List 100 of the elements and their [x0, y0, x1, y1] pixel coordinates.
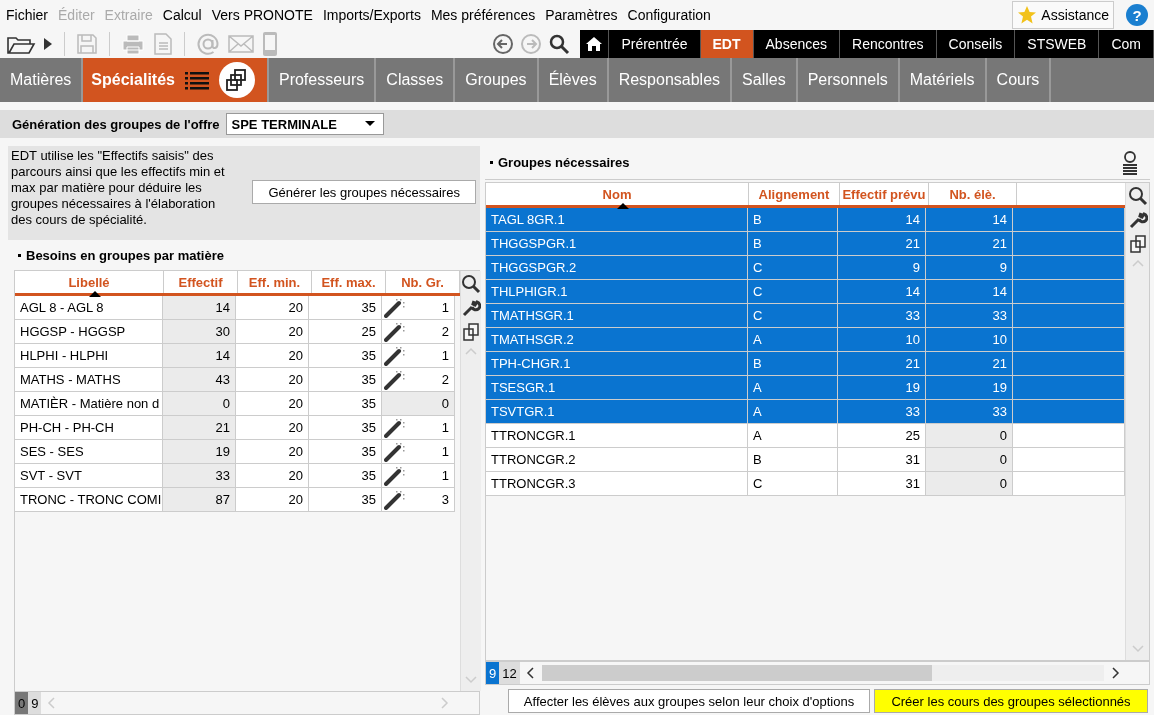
- magic-wand-icon[interactable]: [384, 345, 406, 366]
- table-cell: 20: [236, 320, 309, 344]
- column-header[interactable]: Effectif prévu: [840, 183, 929, 205]
- tab[interactable]: Élèves: [538, 58, 609, 102]
- table-cell: 21: [838, 232, 926, 256]
- table-cell: 21: [838, 352, 926, 376]
- search-icon[interactable]: [1127, 186, 1148, 206]
- search-icon[interactable]: [548, 33, 571, 55]
- tab[interactable]: Classes: [376, 58, 456, 102]
- offer-dropdown[interactable]: SPE TERMINALE: [225, 113, 384, 135]
- wrench-icon[interactable]: [1127, 210, 1148, 230]
- table-cell: SES - SES: [15, 440, 163, 464]
- tab[interactable]: Personnels: [797, 58, 900, 102]
- generate-button[interactable]: Générer les groupes nécessaires: [252, 180, 476, 204]
- table-cell: 31: [838, 448, 926, 472]
- table-cell: 20: [236, 344, 309, 368]
- table-row[interactable]: THLPHIGR.1 C 14 14: [486, 280, 1125, 304]
- offer-label: Génération des groupes de l'offre: [12, 116, 220, 132]
- table-cell: A: [748, 376, 838, 400]
- table-cell: HGGSP - HGGSP: [15, 320, 163, 344]
- table-cell: 43: [163, 368, 236, 392]
- table-row[interactable]: TTRONCGR.3 C 31 0: [486, 472, 1125, 496]
- home-icon: [585, 35, 604, 53]
- column-header[interactable]: Eff. max.: [312, 271, 386, 293]
- table-cell: 20: [236, 392, 309, 416]
- table-cell: 20: [236, 488, 309, 512]
- table-row[interactable]: THGGSPGR.2 C 9 9: [486, 256, 1125, 280]
- tab[interactable]: Responsables: [608, 58, 733, 102]
- table-cell: 14: [926, 208, 1013, 232]
- tab[interactable]: Groupes: [455, 58, 539, 102]
- menu-item[interactable]: Paramètres: [545, 7, 618, 23]
- back-icon[interactable]: [492, 33, 515, 55]
- tab[interactable]: Matériels: [899, 58, 987, 102]
- table-row[interactable]: TSVTGR.1 A 33 33: [486, 400, 1125, 424]
- module-tab[interactable]: EDT: [700, 30, 754, 58]
- table-cell: 33: [926, 304, 1013, 328]
- person-list-icon[interactable]: [1120, 150, 1140, 175]
- table-cell: 0: [926, 424, 1013, 448]
- table-cell: 19: [926, 376, 1013, 400]
- table-cell: 1: [382, 440, 455, 464]
- menu-item[interactable]: Calcul: [162, 7, 202, 23]
- table-row[interactable]: TTRONCGR.2 B 31 0: [486, 448, 1125, 472]
- menu-item[interactable]: Imports/Exports: [322, 7, 421, 23]
- table-row[interactable]: TPH-CHGR.1 B 21 21: [486, 352, 1125, 376]
- table-cell: 2: [382, 368, 455, 392]
- wrench-icon[interactable]: [461, 298, 481, 318]
- magic-wand-icon[interactable]: [384, 417, 406, 438]
- assistance-button[interactable]: Assistance: [1012, 1, 1114, 29]
- tab[interactable]: Cours: [986, 58, 1052, 102]
- magic-wand-icon[interactable]: [384, 369, 406, 390]
- table-cell: THGGSPGR.1: [486, 232, 748, 256]
- tab[interactable]: Professeurs: [268, 58, 377, 102]
- table-row[interactable]: THGGSPGR.1 B 21 21: [486, 232, 1125, 256]
- table-cell: 35: [309, 464, 382, 488]
- table-cell: 35: [309, 344, 382, 368]
- table-cell: MATHS - MATHS: [15, 368, 163, 392]
- menu-item[interactable]: Configuration: [627, 7, 711, 23]
- table-cell: 14: [163, 344, 236, 368]
- copy-icon[interactable]: [1127, 234, 1148, 254]
- table-cell: 35: [309, 440, 382, 464]
- create-courses-button[interactable]: Créer les cours des groupes sélectionnés: [874, 689, 1148, 713]
- menu-item[interactable]: Vers PRONOTE: [211, 7, 313, 23]
- column-header[interactable]: Eff. min.: [238, 271, 312, 293]
- table-row[interactable]: TTRONCGR.1 A 25 0: [486, 424, 1125, 448]
- help-button[interactable]: ?: [1126, 4, 1148, 26]
- table-cell: 14: [163, 296, 236, 320]
- magic-wand-icon[interactable]: [384, 297, 406, 318]
- table-cell: A: [748, 328, 838, 352]
- magic-wand-icon[interactable]: [384, 489, 406, 510]
- table-row[interactable]: TMATHSGR.2 A 10 10: [486, 328, 1125, 352]
- magic-wand-icon[interactable]: [384, 465, 406, 486]
- section-title: Besoins en groupes par matière: [26, 247, 224, 263]
- chevron-left-icon[interactable]: [525, 667, 536, 679]
- table-cell: 21: [926, 232, 1013, 256]
- search-icon[interactable]: [461, 274, 481, 294]
- table-row[interactable]: TAGL 8GR.1 B 14 14: [486, 208, 1125, 232]
- assign-button[interactable]: Affecter les élèves aux groupes selon leur choix d'options: [508, 689, 870, 713]
- tab[interactable]: Spécialités: [83, 58, 269, 102]
- table-row[interactable]: TMATHSGR.1 C 33 33: [486, 304, 1125, 328]
- menu-item[interactable]: Fichier: [6, 7, 48, 23]
- magic-wand-icon[interactable]: [384, 441, 406, 462]
- table-row[interactable]: TSESGR.1 A 19 19: [486, 376, 1125, 400]
- table-cell: SVT - SVT: [15, 464, 163, 488]
- copy-icon[interactable]: [461, 322, 481, 342]
- table-cell: 33: [926, 400, 1013, 424]
- tab[interactable]: Salles: [732, 58, 798, 102]
- table-cell: 35: [309, 392, 382, 416]
- table-cell: B: [748, 208, 838, 232]
- table-cell: 0: [163, 392, 236, 416]
- table-cell: THGGSPGR.2: [486, 256, 748, 280]
- chevron-right-icon[interactable]: [1110, 667, 1120, 679]
- column-header[interactable]: Effectif: [164, 271, 238, 293]
- column-header[interactable]: Alignement: [749, 183, 840, 205]
- table-cell: TSESGR.1: [486, 376, 748, 400]
- scrollbar-thumb[interactable]: [541, 665, 932, 681]
- magic-wand-icon[interactable]: [384, 321, 406, 342]
- menu-item[interactable]: Mes préférences: [430, 7, 536, 23]
- table-cell: 87: [163, 488, 236, 512]
- column-header[interactable]: Nb. élè.: [929, 183, 1017, 205]
- table-cell: 25: [309, 320, 382, 344]
